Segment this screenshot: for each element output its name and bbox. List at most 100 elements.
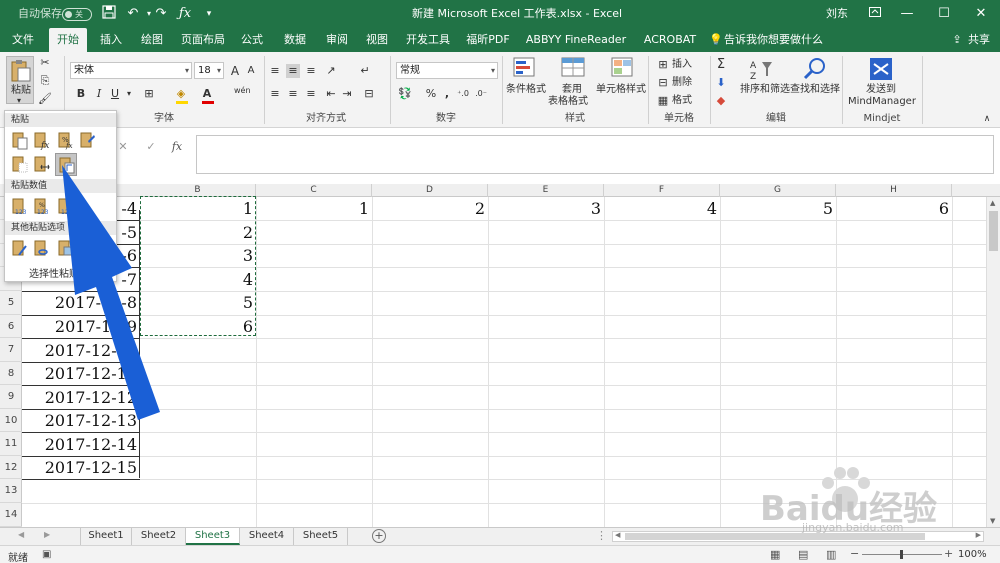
cell-a7[interactable]: 2017-12-10 <box>22 339 140 362</box>
paste-button[interactable]: 粘贴 ▾ <box>6 56 34 105</box>
tab-data[interactable]: 数据 <box>276 28 314 52</box>
tab-developer[interactable]: 开发工具 <box>401 28 455 52</box>
cell-c1[interactable]: 1 <box>256 197 372 220</box>
align-bottom-icon[interactable]: ≡ <box>304 64 318 78</box>
customize-qat-icon[interactable]: ▾ <box>200 5 218 23</box>
orientation-icon[interactable]: ↗ <box>324 64 338 78</box>
share-icon[interactable]: ⇪ <box>950 28 964 52</box>
worksheet-grid[interactable]: B C D E F G H 1 2 3 4 5 6 7 8 9 10 11 12… <box>0 184 1000 528</box>
tab-home[interactable]: 开始 <box>49 28 87 52</box>
clear-icon[interactable]: ◆ <box>714 94 728 108</box>
font-size-select[interactable]: 18 ▾ <box>194 62 224 79</box>
zoom-level[interactable]: 100% <box>958 549 987 560</box>
paste-link-icon[interactable] <box>33 239 51 258</box>
row-header[interactable]: 5 <box>0 291 22 315</box>
cell-a12[interactable]: 2017-12-15 <box>22 456 140 479</box>
grow-font-icon[interactable]: A <box>228 64 242 78</box>
row-header[interactable]: 6 <box>0 315 22 338</box>
table-format-icon[interactable] <box>560 56 586 80</box>
collapse-ribbon-icon[interactable]: ∧ <box>980 112 994 126</box>
paste-values-source-format-icon[interactable]: 123 <box>57 197 75 216</box>
column-header-d[interactable]: D <box>372 184 488 197</box>
underline-dropdown-icon[interactable]: ▾ <box>122 87 136 101</box>
cell-h1[interactable]: 6 <box>836 197 952 220</box>
cell-a5[interactable]: 2017-12-8 <box>22 291 140 314</box>
sheet-tab-1[interactable]: Sheet1 <box>80 528 132 545</box>
italic-button[interactable]: I <box>92 87 106 101</box>
confirm-edit-icon[interactable]: ✓ <box>144 140 158 154</box>
paste-values-number-format-icon[interactable]: %123 <box>33 197 51 216</box>
maximize-icon[interactable]: ☐ <box>927 0 961 28</box>
tab-view[interactable]: 视图 <box>358 28 396 52</box>
save-icon[interactable] <box>100 5 118 23</box>
formula-input[interactable] <box>196 135 994 174</box>
cell-style-icon[interactable] <box>610 56 636 80</box>
normal-view-icon[interactable]: ▦ <box>770 548 780 561</box>
paste-formulas-icon[interactable]: fx <box>33 131 51 150</box>
percent-button[interactable]: % <box>424 87 438 101</box>
page-break-view-icon[interactable]: ▥ <box>826 548 836 561</box>
increase-indent-icon[interactable]: ⇥ <box>340 87 354 101</box>
row-header[interactable]: 8 <box>0 362 22 385</box>
horizontal-scroll-thumb[interactable] <box>625 533 925 540</box>
sort-filter-label[interactable]: 排序和筛选 <box>740 84 790 96</box>
decrease-indent-icon[interactable]: ⇤ <box>324 87 338 101</box>
paste-formula-number-format-icon[interactable]: %fx <box>57 131 75 150</box>
conditional-format-label[interactable]: 条件格式 <box>506 84 546 96</box>
zoom-in-icon[interactable]: + <box>944 547 953 560</box>
row-header[interactable]: 11 <box>0 432 22 456</box>
align-middle-icon[interactable]: ≡ <box>286 64 300 78</box>
cell-a8[interactable]: 2017-12-11 <box>22 362 140 385</box>
find-select-icon[interactable] <box>802 56 828 82</box>
mindmanager-icon[interactable] <box>868 56 894 82</box>
phonetic-icon[interactable]: wén <box>234 84 251 98</box>
increase-decimal-icon[interactable]: ⁺.0 <box>456 87 470 101</box>
tab-insert[interactable]: 插入 <box>92 28 130 52</box>
tab-draw[interactable]: 绘图 <box>133 28 171 52</box>
row-header[interactable]: 12 <box>0 456 22 479</box>
cell-d1[interactable]: 2 <box>372 197 488 220</box>
page-layout-view-icon[interactable]: ▤ <box>798 548 808 561</box>
delete-cells-icon[interactable]: ⊟ <box>656 76 670 90</box>
format-cells-icon[interactable]: ▦ <box>656 94 670 108</box>
align-top-icon[interactable]: ≡ <box>268 64 282 78</box>
paste-no-borders-icon[interactable] <box>11 155 29 174</box>
row-header[interactable]: 13 <box>0 479 22 503</box>
cancel-edit-icon[interactable]: ✕ <box>116 140 130 154</box>
sheet-tab-4[interactable]: Sheet4 <box>240 528 294 545</box>
vertical-scrollbar[interactable]: ▲ ▼ <box>986 197 1000 528</box>
cell-a9[interactable]: 2017-12-12 <box>22 386 140 409</box>
row-header[interactable]: 7 <box>0 338 22 362</box>
conditional-format-icon[interactable] <box>512 56 538 80</box>
underline-button[interactable]: U <box>108 87 122 101</box>
column-header-g[interactable]: G <box>720 184 836 197</box>
copy-icon[interactable]: ⎘ <box>38 74 52 88</box>
tab-foxit-pdf[interactable]: 福昕PDF <box>462 28 514 52</box>
font-color-icon[interactable]: A <box>200 87 214 101</box>
paste-keep-source-format-icon[interactable] <box>79 131 97 150</box>
scroll-thumb[interactable] <box>989 211 998 251</box>
sheet-tab-3[interactable]: Sheet3 <box>186 528 240 545</box>
fx-quick-icon[interactable]: ƒx <box>176 5 194 23</box>
macro-record-icon[interactable]: ▣ <box>42 549 51 560</box>
autosum-icon[interactable]: Σ <box>714 58 728 72</box>
find-select-label[interactable]: 查找和选择 <box>790 84 840 96</box>
number-format-select[interactable]: 常规 ▾ <box>396 62 498 79</box>
sheet-tab-5[interactable]: Sheet5 <box>294 528 348 545</box>
cell-g1[interactable]: 5 <box>720 197 836 220</box>
row-header[interactable]: 14 <box>0 503 22 527</box>
column-header-h[interactable]: H <box>836 184 952 197</box>
cell-a10[interactable]: 2017-12-13 <box>22 409 140 432</box>
mindmanager-label-1[interactable]: 发送到 <box>866 84 896 96</box>
decrease-decimal-icon[interactable]: .0⁻ <box>474 87 488 101</box>
shrink-font-icon[interactable]: A <box>244 64 258 78</box>
column-header-f[interactable]: F <box>604 184 720 197</box>
format-painter-icon[interactable]: 🖌 <box>38 92 52 106</box>
cell-style-label[interactable]: 单元格样式 <box>596 84 646 96</box>
paste-special-menu-item[interactable]: 选择性粘贴(S)... <box>29 265 103 280</box>
zoom-slider-thumb[interactable] <box>900 550 903 559</box>
wrap-text-icon[interactable]: ↵ <box>358 64 372 78</box>
tab-acrobat[interactable]: ACROBAT <box>640 28 700 52</box>
sheet-next-icon[interactable]: ▶ <box>44 530 50 539</box>
cell-f1[interactable]: 4 <box>604 197 720 220</box>
